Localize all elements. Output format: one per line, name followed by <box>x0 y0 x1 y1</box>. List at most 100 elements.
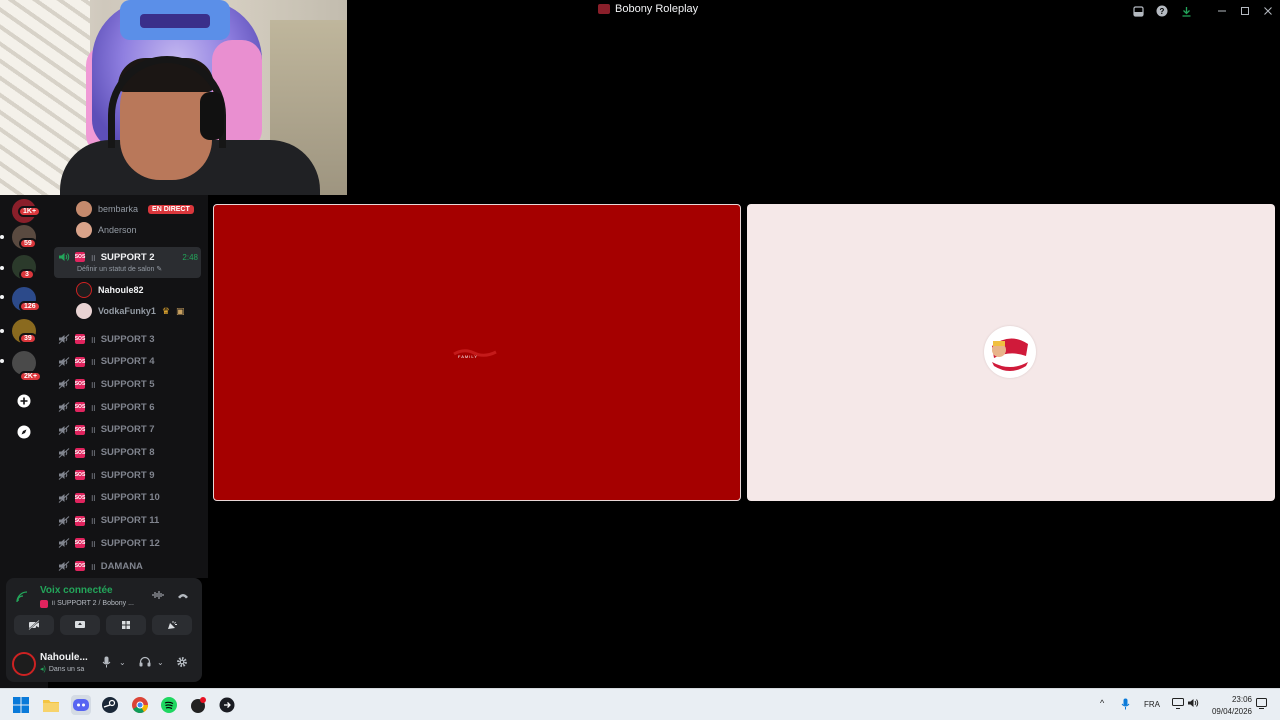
sos-icon: SOS <box>74 492 86 503</box>
sos-icon: SOS <box>74 252 86 262</box>
noise-suppression-icon[interactable] <box>152 590 164 603</box>
spotify-icon[interactable] <box>159 695 179 715</box>
unread-indicator <box>0 266 4 270</box>
speaker-icon <box>58 252 70 262</box>
speaker-muted-icon <box>58 356 70 367</box>
disconnect-icon[interactable] <box>177 591 189 603</box>
app-icon[interactable] <box>188 695 208 715</box>
voice-member[interactable]: VodkaFunky1 ♛ ▣ <box>76 302 184 320</box>
server-badge: 1K+ <box>18 206 42 217</box>
help-icon[interactable]: ? <box>1155 4 1169 18</box>
sos-icon: SOS <box>74 538 86 549</box>
chevron-up-icon[interactable]: ^ <box>1100 698 1104 708</box>
soundboard-button[interactable] <box>152 615 192 635</box>
voice-channel[interactable]: SOS ॥ SUPPORT 3 <box>58 330 198 348</box>
windows-start-icon[interactable] <box>11 695 31 715</box>
voice-status-icon: ◂) <box>40 666 46 673</box>
speaker-muted-icon <box>58 379 70 390</box>
sos-icon <box>40 599 48 608</box>
server-logo-icon <box>598 4 610 14</box>
voice-channel-path[interactable]: ॥ SUPPORT 2 / Bobony ... <box>40 599 134 608</box>
speaker-muted-icon <box>58 561 70 571</box>
crown-icon: ♛ <box>161 305 170 316</box>
gear-icon[interactable] <box>176 656 188 671</box>
speaker-muted-icon <box>58 402 70 412</box>
voice-channel[interactable]: SOS ॥ SUPPORT 8 <box>58 444 198 462</box>
network-icon[interactable] <box>1172 698 1184 712</box>
pencil-icon: ✎ <box>156 266 163 273</box>
microphone-icon[interactable] <box>1121 698 1130 713</box>
server-badge: 2K+ <box>19 371 43 382</box>
avatar <box>76 303 92 319</box>
camera-off-button[interactable] <box>14 615 54 635</box>
sos-icon: SOS <box>74 356 86 367</box>
maximize-icon[interactable] <box>1238 4 1252 18</box>
chevron-down-icon[interactable]: ⌄ <box>157 658 164 667</box>
voice-channel[interactable]: SOS ॥ SUPPORT 4 <box>58 353 198 371</box>
desktop: Bobony Roleplay ? 1K+ 59 3 126 39 2K+ be… <box>0 0 1280 720</box>
unread-indicator <box>0 329 4 333</box>
steam-icon[interactable] <box>100 695 120 715</box>
voice-member[interactable]: bembarka EN DIRECT <box>76 200 194 218</box>
sos-icon: SOS <box>74 561 86 571</box>
stream-tile-right[interactable] <box>747 204 1275 501</box>
voice-channel[interactable]: SOS ॥ SUPPORT 10 <box>58 489 198 507</box>
sos-icon: SOS <box>74 447 86 458</box>
system-clock[interactable]: 23:06 09/04/2026 <box>1212 694 1252 718</box>
voice-status-title: Voix connectée <box>40 585 113 596</box>
download-icon[interactable] <box>1179 4 1193 18</box>
discord-icon[interactable] <box>71 695 91 715</box>
app-icon[interactable] <box>217 695 237 715</box>
volume-icon[interactable] <box>1187 698 1199 711</box>
speaker-muted-icon <box>58 515 70 526</box>
username[interactable]: Nahoule... <box>40 652 88 663</box>
voice-channel[interactable]: SOS ॥ SUPPORT 9 <box>58 466 198 484</box>
sos-icon: SOS <box>74 515 86 526</box>
speaker-muted-icon <box>58 470 70 481</box>
call-timer: 2:48 <box>182 252 198 262</box>
speaker-muted-icon <box>58 538 70 549</box>
chrome-icon[interactable] <box>130 695 150 715</box>
minimize-icon[interactable] <box>1215 4 1229 18</box>
sos-icon: SOS <box>74 334 86 344</box>
sos-icon: SOS <box>74 402 86 413</box>
avatar[interactable] <box>12 652 36 676</box>
svg-text:?: ? <box>1160 7 1165 16</box>
close-icon[interactable] <box>1261 4 1275 18</box>
voice-channel[interactable]: SOS ॥ SUPPORT 5 <box>58 375 198 393</box>
server-badge: 59 <box>19 238 37 249</box>
voice-channel[interactable]: SOS ॥ SUPPORT 12 <box>58 534 198 552</box>
server-badge: 39 <box>19 333 37 344</box>
unread-indicator <box>0 235 4 239</box>
unread-indicator <box>0 359 4 363</box>
chevron-down-icon[interactable]: ⌄ <box>119 658 126 667</box>
signal-icon[interactable] <box>16 591 30 603</box>
voice-member[interactable]: Anderson <box>76 221 137 239</box>
stream-tile-left[interactable]: FAMILY <box>213 204 741 501</box>
microphone-icon[interactable] <box>102 656 111 671</box>
avatar <box>76 201 92 217</box>
voice-channel[interactable]: SOS ॥ SUPPORT 6 <box>58 398 198 416</box>
server-badge: 126 <box>19 301 41 312</box>
notifications-icon[interactable] <box>1256 698 1267 712</box>
voice-channel[interactable]: SOS ॥ SUPPORT 11 <box>58 512 198 530</box>
file-explorer-icon[interactable] <box>41 695 61 715</box>
window-title: Bobony Roleplay <box>598 3 698 15</box>
screen-share-button[interactable] <box>60 615 100 635</box>
voice-channel-support-2[interactable]: SOS ॥ SUPPORT 2 2:48 <box>58 248 198 266</box>
voice-member[interactable]: Nahoule82 <box>76 281 144 299</box>
speaker-muted-icon <box>58 334 70 344</box>
voice-channel[interactable]: SOS ॥ DAMANA <box>58 557 198 575</box>
avatar <box>76 282 92 298</box>
discover-icon[interactable] <box>14 422 34 442</box>
headset-icon[interactable] <box>139 656 151 670</box>
windows-taskbar: ^ FRA 23:06 09/04/2026 <box>0 688 1280 720</box>
badge-icon: ▣ <box>175 305 185 316</box>
inbox-icon[interactable] <box>1131 4 1145 18</box>
add-server-icon[interactable] <box>14 391 34 411</box>
voice-channel[interactable]: SOS ॥ SUPPORT 7 <box>58 421 198 439</box>
language-indicator[interactable]: FRA <box>1144 700 1160 709</box>
channel-list: bembarka EN DIRECT Anderson SOS ॥ SUPPOR… <box>48 195 208 578</box>
activities-button[interactable] <box>106 615 146 635</box>
channel-status[interactable]: Définir un statut de salon ✎ <box>77 265 162 273</box>
